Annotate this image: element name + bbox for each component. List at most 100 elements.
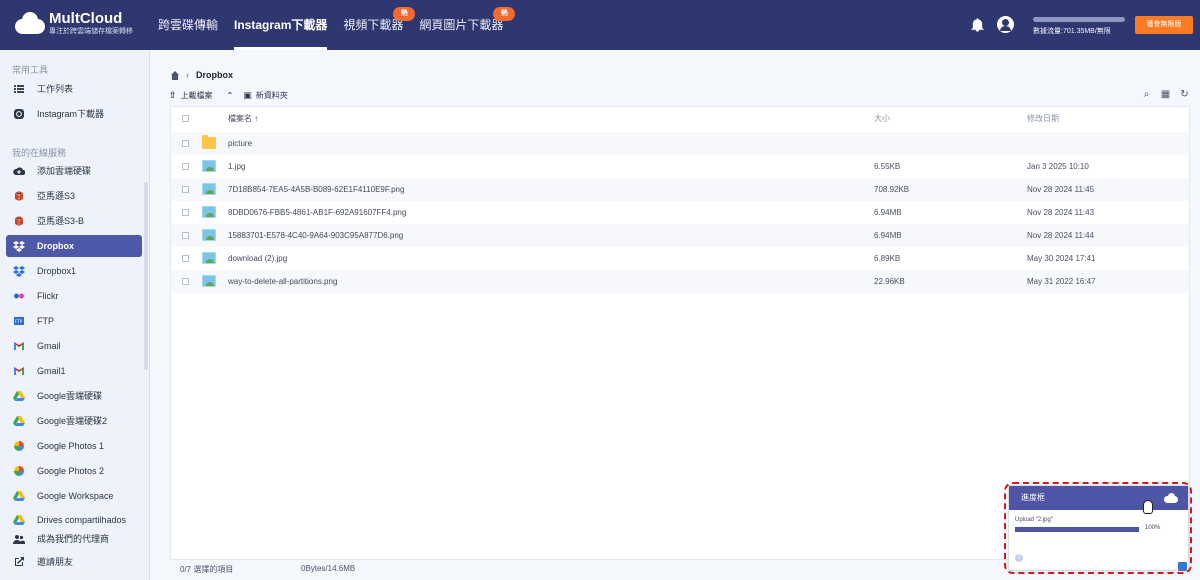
file-size: 6.94MB (874, 208, 902, 217)
progress-box[interactable]: 進度框 Upload "2.jpg" 100% ? (1008, 485, 1189, 571)
sidebar-item-dropbox1[interactable]: Dropbox1 (6, 260, 142, 282)
file-name[interactable]: 8DBD0676-FBB5-4861-AB1F-692A91607FF4.png (228, 201, 406, 224)
sidebar-item-gmail[interactable]: Gmail (6, 335, 142, 357)
progress-title: 進度框 (1021, 493, 1045, 502)
sidebar-item-instagram[interactable]: Instagram下載器 (6, 103, 142, 125)
sidebar-item-become-agent[interactable]: 成為我們的代理商 (6, 528, 142, 550)
file-size: 22.96KB (874, 277, 905, 286)
upload-progress-track (1015, 527, 1139, 532)
refresh-icon[interactable]: ↻ (1179, 89, 1190, 100)
file-date: Nov 28 2024 11:44 (1027, 231, 1095, 240)
google-drive-icon (13, 515, 25, 525)
notification-bell-icon[interactable] (970, 17, 985, 33)
google-photos-icon (14, 441, 24, 451)
nav-image-downloader[interactable]: 網頁圖片下載器熱 (419, 0, 516, 50)
hand-cursor-icon (1143, 500, 1153, 514)
upload-icon: ⇧ (169, 90, 177, 100)
sidebar-scrollbar[interactable] (144, 182, 148, 370)
row-checkbox[interactable] (182, 186, 189, 193)
name-column-header[interactable]: 檔案名 ↑ (228, 107, 258, 131)
clouds-section-title: 我的在線服務 (12, 148, 67, 158)
share-icon (15, 557, 24, 566)
file-name[interactable]: picture (228, 132, 252, 155)
file-name[interactable]: 15883701-E578-4C40-9A64-903C95A877D6.png (228, 224, 403, 247)
sidebar-item-google-drive[interactable]: Google雲端硬碟 (6, 385, 142, 407)
progress-header[interactable]: 進度框 (1009, 486, 1188, 510)
row-checkbox[interactable] (182, 163, 189, 170)
upgrade-button[interactable]: 獲會無限版 (1135, 16, 1193, 34)
upload-button[interactable]: ⇧ 上載檔案 ⌃ (169, 90, 233, 101)
select-all-checkbox[interactable] (182, 115, 189, 122)
nav-instagram-downloader[interactable]: Instagram下載器 (234, 0, 328, 50)
sidebar-item-google-photos-1[interactable]: Google Photos 1 (6, 435, 142, 457)
logo[interactable]: MultCloud 專注於跨雲端儲存檔案轉移 (15, 11, 133, 35)
breadcrumb-current[interactable]: Dropbox (196, 70, 233, 80)
table-row[interactable]: download (2).jpg 6.89KB May 30 2024 17:41 (171, 247, 1189, 270)
sidebar-item-google-workspace[interactable]: Google Workspace (6, 485, 142, 507)
table-row[interactable]: 1.jpg 6.55KB Jan 3 2025 10:10 (171, 155, 1189, 178)
file-name[interactable]: way-to-delete-all-partitions.png (228, 270, 337, 293)
sidebar-item-gmail1[interactable]: Gmail1 (6, 360, 142, 382)
sidebar-item-label: Gmail (37, 341, 61, 351)
nav-video-downloader[interactable]: 視頻下載器熱 (343, 0, 416, 50)
main-navigation: 跨雲碟傳輸 Instagram下載器 視頻下載器熱 網頁圖片下載器熱 (158, 0, 519, 50)
table-row[interactable]: 15883701-E578-4C40-9A64-903C95A877D6.png… (171, 224, 1189, 247)
sidebar-item-label: Flickr (37, 291, 59, 301)
sidebar-item-label: 邀請朋友 (37, 557, 74, 567)
sidebar-item-amazon-s3-b[interactable]: 亞馬遜S3-B (6, 210, 142, 232)
new-folder-button[interactable]: ▣ 新資料夾 (243, 90, 298, 101)
google-drive-icon (13, 491, 25, 501)
table-row[interactable]: 7D18B854-7EA5-4A5B-B089-62E1F4110E9F.png… (171, 178, 1189, 201)
list-icon (14, 85, 24, 93)
help-icon[interactable]: ? (1015, 554, 1023, 562)
google-drive-icon (13, 391, 25, 401)
sidebar-item-flickr[interactable]: Flickr (6, 285, 142, 307)
file-name[interactable]: 7D18B854-7EA5-4A5B-B089-62E1F4110E9F.png (228, 178, 404, 201)
upload-percent: 100% (1145, 525, 1161, 531)
file-toolbar: ⇧ 上載檔案 ⌃ ▣ 新資料夾 (169, 90, 308, 101)
file-name[interactable]: download (2).jpg (228, 247, 287, 270)
sidebar-item-label: Drives compartilhados (37, 515, 127, 525)
svg-text:FTP: FTP (15, 319, 23, 324)
view-tools: ⌕ ▦ ↻ (1133, 89, 1190, 100)
upload-progress-fill (1015, 527, 1139, 532)
cloud-icon[interactable] (1164, 492, 1178, 503)
date-column-header[interactable]: 修改日期 (1027, 107, 1059, 131)
sidebar-item-label: Google Workspace (37, 491, 114, 501)
row-checkbox[interactable] (182, 255, 189, 262)
search-icon[interactable]: ⌕ (1141, 89, 1152, 100)
row-checkbox[interactable] (182, 140, 189, 147)
sidebar-item-dropbox[interactable]: Dropbox (6, 235, 142, 257)
new-folder-icon: ▣ (243, 90, 252, 100)
sidebar-item-label: Dropbox (37, 241, 74, 251)
sidebar-item-google-photos-2[interactable]: Google Photos 2 (6, 460, 142, 482)
table-row[interactable]: picture (171, 132, 1189, 155)
selected-count: 0/7 選擇的項目 (180, 565, 234, 574)
sidebar-item-task-list[interactable]: 工作列表 (6, 78, 142, 100)
file-name[interactable]: 1.jpg (228, 155, 245, 178)
grid-view-icon[interactable]: ▦ (1160, 89, 1171, 100)
row-checkbox[interactable] (182, 232, 189, 239)
upload-status: Upload "2.jpg" (1015, 517, 1053, 523)
row-checkbox[interactable] (182, 209, 189, 216)
flickr-icon (14, 293, 24, 299)
sidebar-item-shared-drives[interactable]: Drives compartilhados (6, 509, 142, 527)
size-column-header[interactable]: 大小 (874, 107, 890, 131)
file-size: 6.55KB (874, 162, 901, 171)
sidebar-item-amazon-s3[interactable]: 亞馬遜S3 (6, 185, 142, 207)
sidebar-item-add-cloud[interactable]: 添加雲端硬碟 (6, 160, 142, 182)
nav-cloud-transfer[interactable]: 跨雲碟傳輸 (158, 0, 218, 50)
upload-label: 上載檔案 (180, 91, 213, 100)
sidebar-item-ftp[interactable]: FTP FTP (6, 310, 142, 332)
sidebar-item-google-drive-2[interactable]: Google雲端硬碟2 (6, 410, 142, 432)
home-icon[interactable] (170, 70, 179, 80)
sidebar-item-invite-friends[interactable]: 邀請朋友 (6, 551, 142, 573)
sidebar: 常用工具 工作列表 Instagram下載器 我的在線服務 添加雲端硬碟 亞馬遜… (0, 50, 150, 580)
user-avatar-icon[interactable] (997, 16, 1014, 33)
table-row[interactable]: 8DBD0676-FBB5-4861-AB1F-692A91607FF4.png… (171, 201, 1189, 224)
row-checkbox[interactable] (182, 278, 189, 285)
google-drive-icon (13, 416, 25, 426)
brand-tagline: 專注於跨雲端儲存檔案轉移 (49, 28, 133, 35)
sidebar-item-label: 工作列表 (37, 84, 74, 94)
table-row[interactable]: way-to-delete-all-partitions.png 22.96KB M… (171, 270, 1189, 293)
